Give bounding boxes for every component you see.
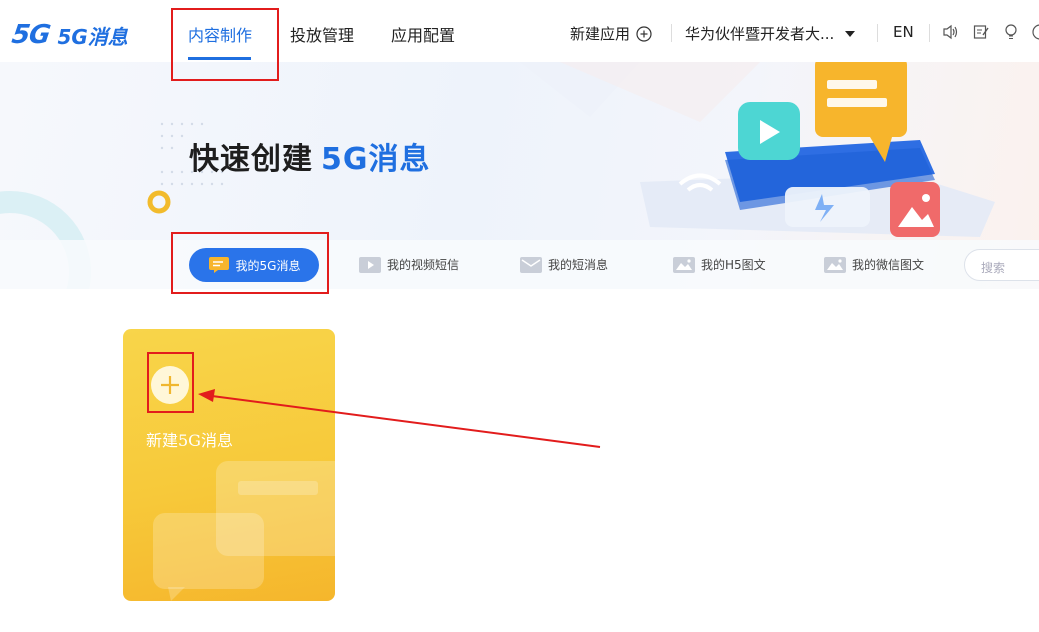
help-icon[interactable]: [1030, 22, 1039, 42]
subtab-video-sms[interactable]: 我的视频短信: [359, 256, 459, 273]
edit-icon[interactable]: [971, 22, 991, 42]
tab-app-config[interactable]: 应用配置: [391, 22, 455, 46]
subtab-label: 我的视频短信: [387, 258, 460, 272]
logo[interactable]: 5G 5G消息: [9, 20, 128, 50]
plus-circle-icon: [636, 25, 652, 42]
annotation-box-my-5g-tab: [171, 232, 329, 294]
subtab-sms[interactable]: 我的短消息: [520, 256, 608, 273]
content-type-tabs: 我的5G消息 我的视频短信 我的短消息 我的H5图文 我的微信图文 搜索: [0, 240, 1039, 289]
tab-delivery-management[interactable]: 投放管理: [290, 22, 354, 46]
logo-mark: 5G: [9, 20, 52, 50]
lightbulb-icon[interactable]: [1001, 22, 1021, 42]
account-name: 华为伙伴暨开发者大...: [685, 25, 835, 43]
new-app-button[interactable]: 新建应用: [570, 23, 652, 44]
language-switch[interactable]: EN: [893, 23, 914, 41]
divider: [877, 24, 878, 42]
account-dropdown[interactable]: 华为伙伴暨开发者大...: [685, 23, 856, 44]
subtab-label: 我的H5图文: [701, 258, 766, 272]
subtab-label: 我的微信图文: [852, 258, 925, 272]
divider: [671, 24, 672, 42]
caret-down-icon: [845, 30, 856, 37]
subtab-h5-article[interactable]: 我的H5图文: [673, 256, 766, 273]
banner-title-accent: 5G消息: [321, 142, 431, 177]
top-navbar: 5G 5G消息 内容制作 投放管理 应用配置 新建应用 华为伙伴暨开发者大...…: [0, 0, 1039, 62]
image-icon: [673, 256, 695, 273]
banner-title: 快速创建 5G消息: [189, 134, 431, 178]
subtab-wechat-article[interactable]: 我的微信图文: [824, 256, 924, 273]
mail-icon: [520, 256, 542, 273]
new-app-label: 新建应用: [570, 25, 631, 43]
annotation-box-add-button: [147, 352, 194, 413]
video-icon: [359, 256, 381, 273]
divider: [929, 24, 930, 42]
card-label: 新建5G消息: [146, 431, 233, 450]
hero-banner: 快速创建 5G消息 我的5G消息 我的视频短信 我的短消息 我的H5图文 我的微信: [0, 62, 1039, 289]
search-input[interactable]: 搜索: [964, 249, 1039, 281]
subtab-label: 我的短消息: [548, 258, 609, 272]
speaker-icon[interactable]: [940, 22, 960, 42]
logo-text: 5G消息: [57, 24, 128, 49]
annotation-box-content-tab: [171, 8, 279, 81]
banner-title-main: 快速创建: [189, 142, 313, 177]
image-icon: [824, 256, 846, 273]
